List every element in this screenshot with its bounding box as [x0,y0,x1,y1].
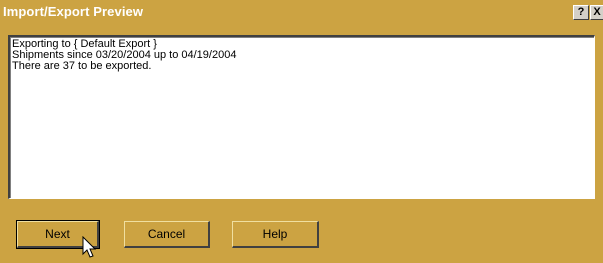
help-button[interactable]: Help [232,221,319,248]
title-bar[interactable]: Import/Export Preview ? X [0,0,603,25]
dialog-body: Exporting to { Default Export } Shipment… [0,25,603,263]
close-icon: X [593,6,601,18]
question-icon: ? [577,6,585,18]
help-question-button[interactable]: ? [573,5,589,20]
window-title: Import/Export Preview [3,4,144,19]
preview-line-count: There are 37 to be exported. [12,60,152,72]
cancel-button[interactable]: Cancel [124,221,210,248]
mouse-pointer-icon [82,236,97,258]
import-export-dialog: Import/Export Preview ? X Exporting to {… [0,0,603,263]
close-button[interactable]: X [590,5,603,20]
preview-textbox[interactable]: Exporting to { Default Export } Shipment… [8,35,595,199]
